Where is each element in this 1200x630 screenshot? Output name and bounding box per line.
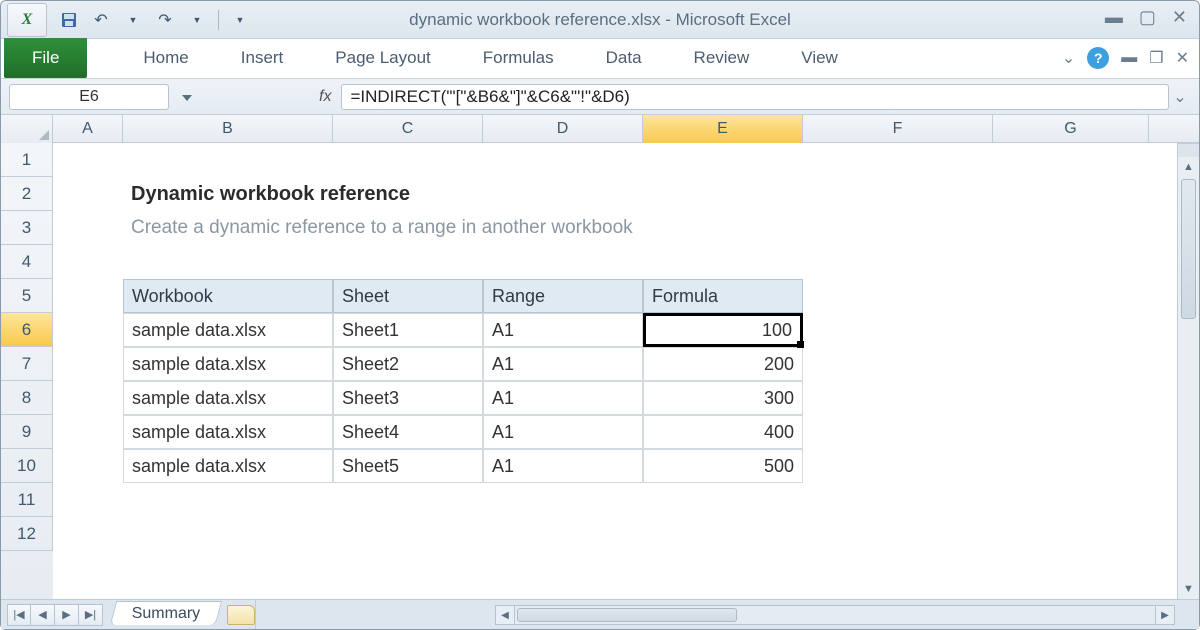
col-header-C[interactable]: C	[333, 115, 483, 143]
cell-B8[interactable]: sample data.xlsx	[123, 381, 333, 415]
vscroll-thumb[interactable]	[1181, 179, 1196, 319]
vertical-scrollbar[interactable]: ▲ ▼	[1177, 143, 1199, 599]
scroll-left-icon[interactable]: ◀	[495, 605, 515, 625]
cell-C8[interactable]: Sheet3	[333, 381, 483, 415]
doc-close-icon[interactable]: ✕	[1176, 48, 1189, 68]
col-header-G[interactable]: G	[993, 115, 1149, 143]
help-icon[interactable]: ?	[1087, 47, 1109, 69]
scroll-up-icon[interactable]: ▲	[1178, 157, 1199, 177]
last-sheet-icon[interactable]: ▶|	[79, 604, 103, 626]
excel-window: X ↶ ▼ ↷ ▼ ▼ dynamic workbook reference.x…	[0, 0, 1200, 630]
cell-D10[interactable]: A1	[483, 449, 643, 483]
cell-D7[interactable]: A1	[483, 347, 643, 381]
row-header-2[interactable]: 2	[1, 177, 53, 211]
cell-B3-subtitle[interactable]: Create a dynamic reference to a range in…	[123, 211, 641, 245]
tab-insert[interactable]: Insert	[215, 38, 310, 78]
tab-review[interactable]: Review	[668, 38, 776, 78]
row-headers: 123456789101112	[1, 143, 53, 599]
first-sheet-icon[interactable]: |◀	[7, 604, 31, 626]
maximize-icon[interactable]: ▢	[1139, 7, 1156, 28]
cell-B2-title[interactable]: Dynamic workbook reference	[123, 177, 418, 211]
cell-D9[interactable]: A1	[483, 415, 643, 449]
cell-D5[interactable]: Range	[483, 279, 643, 313]
row-header-8[interactable]: 8	[1, 381, 53, 415]
cell-E9[interactable]: 400	[643, 415, 803, 449]
horizontal-scrollbar[interactable]: ◀ ▶	[495, 605, 1175, 625]
expand-formula-bar-icon[interactable]: ⌄	[1169, 87, 1191, 107]
doc-restore-icon[interactable]: ❐	[1149, 48, 1163, 68]
cell-C7[interactable]: Sheet2	[333, 347, 483, 381]
cell-C9[interactable]: Sheet4	[333, 415, 483, 449]
sheet-tab-bar: |◀ ◀ ▶ ▶| Summary ◀ ▶	[1, 599, 1199, 629]
cell-E5[interactable]: Formula	[643, 279, 803, 313]
app-icon[interactable]: X	[7, 3, 47, 37]
minimize-icon[interactable]: ▬	[1105, 7, 1123, 28]
undo-dropdown-icon[interactable]: ▼	[119, 7, 147, 33]
scroll-right-icon[interactable]: ▶	[1155, 605, 1175, 625]
row-header-3[interactable]: 3	[1, 211, 53, 245]
close-icon[interactable]: ✕	[1172, 7, 1187, 28]
redo-icon[interactable]: ↷	[151, 7, 179, 33]
row-header-12[interactable]: 12	[1, 517, 53, 551]
formula-input[interactable]: =INDIRECT("'["&B6&"]"&C6&"'!"&D6)	[341, 84, 1169, 110]
hscroll-thumb[interactable]	[517, 608, 737, 622]
col-header-E[interactable]: E	[643, 115, 803, 143]
tab-page-layout[interactable]: Page Layout	[309, 38, 456, 78]
row-header-10[interactable]: 10	[1, 449, 53, 483]
cell-B5[interactable]: Workbook	[123, 279, 333, 313]
row-header-9[interactable]: 9	[1, 415, 53, 449]
ribbon: File HomeInsertPage LayoutFormulasDataRe…	[1, 39, 1199, 79]
col-header-F[interactable]: F	[803, 115, 993, 143]
formula-bar: E6 fx =INDIRECT("'["&B6&"]"&C6&"'!"&D6) …	[1, 79, 1199, 115]
fx-icon[interactable]: fx	[319, 88, 331, 106]
scroll-down-icon[interactable]: ▼	[1178, 579, 1199, 599]
window-controls: ▬ ▢ ✕	[1105, 7, 1187, 28]
row-header-5[interactable]: 5	[1, 279, 53, 313]
sheet-tab-summary[interactable]: Summary	[110, 601, 223, 625]
row-header-1[interactable]: 1	[1, 143, 53, 177]
select-all-corner[interactable]	[1, 115, 53, 143]
file-tab[interactable]: File	[4, 38, 87, 78]
title-bar: X ↶ ▼ ↷ ▼ ▼ dynamic workbook reference.x…	[1, 1, 1199, 39]
tab-data[interactable]: Data	[580, 38, 668, 78]
tab-view[interactable]: View	[775, 38, 864, 78]
cell-E7[interactable]: 200	[643, 347, 803, 381]
cell-grid[interactable]: Dynamic workbook referenceCreate a dynam…	[53, 143, 1177, 599]
cell-B7[interactable]: sample data.xlsx	[123, 347, 333, 381]
col-header-D[interactable]: D	[483, 115, 643, 143]
cell-B10[interactable]: sample data.xlsx	[123, 449, 333, 483]
new-sheet-icon[interactable]	[227, 605, 255, 625]
cell-C5[interactable]: Sheet	[333, 279, 483, 313]
tab-home[interactable]: Home	[117, 38, 214, 78]
cell-B6[interactable]: sample data.xlsx	[123, 313, 333, 347]
row-header-7[interactable]: 7	[1, 347, 53, 381]
col-header-A[interactable]: A	[53, 115, 123, 143]
row-header-11[interactable]: 11	[1, 483, 53, 517]
tab-formulas[interactable]: Formulas	[457, 38, 580, 78]
cell-E8[interactable]: 300	[643, 381, 803, 415]
cell-C10[interactable]: Sheet5	[333, 449, 483, 483]
save-icon[interactable]	[55, 7, 83, 33]
cell-E6[interactable]: 100	[643, 313, 803, 347]
redo-dropdown-icon[interactable]: ▼	[183, 7, 211, 33]
split-handle-top[interactable]	[1178, 143, 1199, 157]
cell-B9[interactable]: sample data.xlsx	[123, 415, 333, 449]
name-box[interactable]: E6	[9, 84, 169, 110]
col-header-B[interactable]: B	[123, 115, 333, 143]
doc-minimize-icon[interactable]: ▬	[1121, 49, 1137, 67]
cell-C6[interactable]: Sheet1	[333, 313, 483, 347]
prev-sheet-icon[interactable]: ◀	[31, 604, 55, 626]
row-header-6[interactable]: 6	[1, 313, 53, 347]
next-sheet-icon[interactable]: ▶	[55, 604, 79, 626]
qat-customize-icon[interactable]: ▼	[226, 7, 254, 33]
cell-D8[interactable]: A1	[483, 381, 643, 415]
cell-E10[interactable]: 500	[643, 449, 803, 483]
column-headers: ABCDEFG	[1, 115, 1199, 143]
quick-access-toolbar: ↶ ▼ ↷ ▼ ▼	[55, 7, 254, 33]
undo-icon[interactable]: ↶	[87, 7, 115, 33]
ribbon-minimize-icon[interactable]: ⌄	[1062, 48, 1075, 68]
row-header-4[interactable]: 4	[1, 245, 53, 279]
cell-D6[interactable]: A1	[483, 313, 643, 347]
